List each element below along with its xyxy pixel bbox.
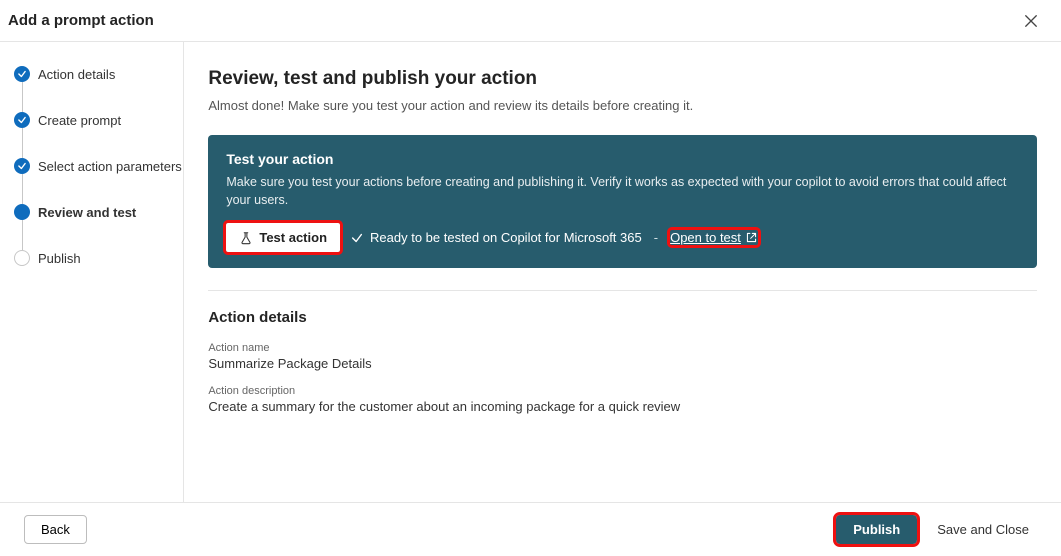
step-select-action-parameters[interactable]: Select action parameters [14,158,183,174]
open-to-test-link[interactable]: Open to test [670,230,758,245]
dialog-body: Action details Create prompt Select acti… [0,42,1061,502]
step-review-and-test[interactable]: Review and test [14,204,183,220]
step-label: Publish [38,251,81,266]
current-step-icon [14,204,30,220]
publish-button-label: Publish [853,522,900,537]
check-icon [14,66,30,82]
action-name-label: Action name [208,342,1037,354]
step-publish[interactable]: Publish [14,250,183,266]
check-icon [14,112,30,128]
close-icon [1024,14,1038,28]
checkmark-icon [350,231,364,245]
step-label: Action details [38,67,115,82]
test-panel-row: Test action Ready to be tested on Copilo… [226,223,1019,252]
ready-status-text: Ready to be tested on Copilot for Micros… [370,230,642,245]
action-details-heading: Action details [208,309,1037,326]
dialog-header: Add a prompt action [0,0,1061,42]
dialog-title: Add a prompt action [8,12,154,29]
close-button[interactable] [1017,7,1045,35]
save-and-close-button[interactable]: Save and Close [929,516,1037,543]
action-description-label: Action description [208,385,1037,397]
test-action-button-label: Test action [259,230,327,245]
footer-left: Back [24,515,87,544]
step-label: Select action parameters [38,159,182,174]
dialog-footer: Back Publish Save and Close [0,502,1061,556]
main-content: Review, test and publish your action Alm… [184,42,1061,502]
beaker-icon [239,231,253,245]
save-and-close-label: Save and Close [937,522,1029,537]
wizard-steps: Action details Create prompt Select acti… [0,66,183,266]
open-to-test-label: Open to test [670,230,741,245]
app-root: Add a prompt action Action details Creat… [0,0,1061,556]
test-panel-title: Test your action [226,151,1019,167]
step-action-details[interactable]: Action details [14,66,183,82]
test-action-panel: Test your action Make sure you test your… [208,135,1037,268]
section-divider [208,290,1037,291]
external-link-icon [745,231,758,244]
step-label: Create prompt [38,113,121,128]
page-heading: Review, test and publish your action [208,68,1037,90]
step-create-prompt[interactable]: Create prompt [14,112,183,128]
step-label: Review and test [38,205,136,220]
wizard-sidebar: Action details Create prompt Select acti… [0,42,184,502]
page-subtitle: Almost done! Make sure you test your act… [208,98,1037,113]
test-panel-desc: Make sure you test your actions before c… [226,173,1019,209]
check-icon [14,158,30,174]
back-button[interactable]: Back [24,515,87,544]
action-name-value: Summarize Package Details [208,356,1037,371]
back-button-label: Back [41,522,70,537]
ready-status: Ready to be tested on Copilot for Micros… [350,230,642,245]
action-description-value: Create a summary for the customer about … [208,399,1037,414]
separator-dash: - [652,230,660,245]
action-details-section: Action details Action name Summarize Pac… [208,309,1037,414]
publish-button[interactable]: Publish [836,515,917,544]
pending-step-icon [14,250,30,266]
footer-right: Publish Save and Close [836,515,1037,544]
test-action-button[interactable]: Test action [226,223,340,252]
